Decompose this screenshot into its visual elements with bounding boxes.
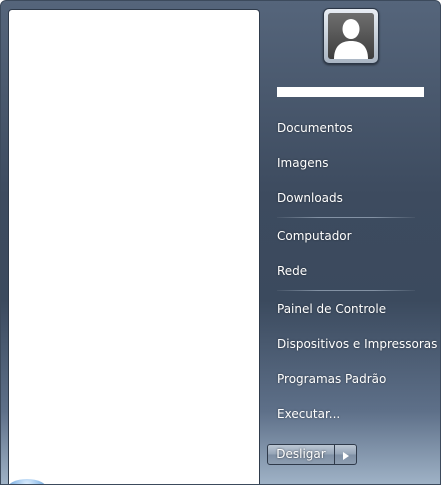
menu-item-computer[interactable]: Computador: [269, 222, 435, 250]
menu-item-downloads[interactable]: Downloads: [269, 184, 435, 212]
shutdown-options-button[interactable]: [335, 444, 357, 465]
menu-item-control-panel[interactable]: Painel de Controle: [269, 295, 435, 323]
menu-item-devices-printers[interactable]: Dispositivos e Impressoras: [269, 330, 437, 358]
shutdown-group: Desligar: [267, 444, 357, 465]
triangle-right-icon: [342, 445, 349, 464]
programs-pane: [8, 9, 260, 484]
menu-item-run[interactable]: Executar...: [269, 400, 435, 428]
menu-separator: [277, 217, 415, 218]
menu-separator: [277, 290, 415, 291]
menu-item-documents[interactable]: Documentos: [269, 114, 435, 142]
shutdown-button[interactable]: Desligar: [267, 444, 335, 465]
menu-item-pictures[interactable]: Imagens: [269, 149, 435, 177]
menu-item-network[interactable]: Rede: [269, 257, 435, 285]
menu-item-default-programs[interactable]: Programas Padrão: [269, 365, 435, 393]
user-silhouette-icon: [328, 13, 374, 59]
start-menu: Documentos Imagens Downloads Computador …: [0, 0, 441, 485]
user-name-field[interactable]: [277, 87, 424, 97]
user-avatar[interactable]: [323, 8, 379, 64]
